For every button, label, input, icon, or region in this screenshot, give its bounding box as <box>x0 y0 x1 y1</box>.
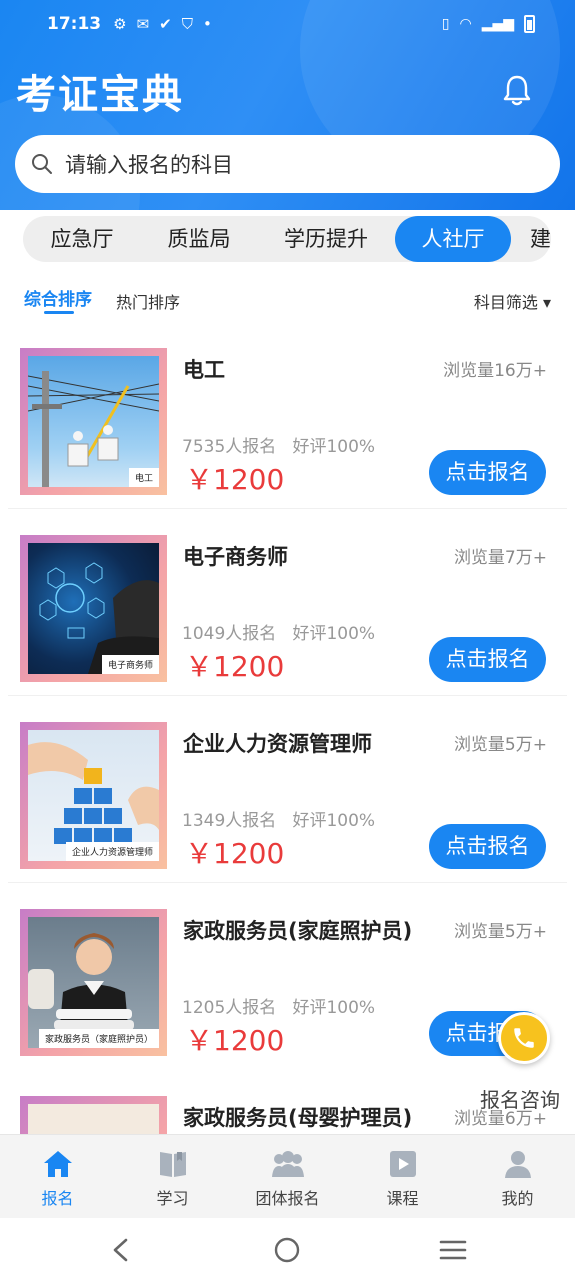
search-input[interactable]: 请输入报名的科目 <box>15 135 560 193</box>
nav-item-study[interactable]: 学习 <box>115 1135 230 1218</box>
settings-icon: ⚙ <box>113 15 127 33</box>
back-icon[interactable] <box>110 1237 132 1263</box>
course-views: 浏览量7万+ <box>453 548 547 568</box>
course-title: 电子商务师 <box>183 545 288 569</box>
subject-filter-dropdown[interactable]: 科目筛选 ▾ <box>474 289 551 313</box>
menu-icon[interactable] <box>439 1238 467 1262</box>
search-icon <box>32 154 52 174</box>
check-circle-icon: ✔ <box>159 15 172 33</box>
course-thumbnail: 企业人力资源管理师 <box>20 722 167 869</box>
course-views: 浏览量16万+ <box>443 361 547 381</box>
tab-emergency[interactable]: 应急厅 <box>23 216 141 262</box>
group-icon <box>271 1151 304 1177</box>
system-nav-bar <box>0 1218 575 1280</box>
app-header: 17:13 ⚙ ✉ ✔ ⛉ • ▯ ◠ ▂▄▆ 考证宝典 请输入报名的科目 <box>0 0 575 210</box>
user-icon <box>504 1151 531 1178</box>
course-price: ￥1200 <box>185 837 285 870</box>
thumbnail-caption: 企业人力资源管理师 <box>65 842 159 861</box>
status-notification-icons: ⚙ ✉ ✔ ⛉ • <box>113 15 212 33</box>
course-title: 企业人力资源管理师 <box>183 732 372 756</box>
tab-construction[interactable]: 建 <box>511 216 551 262</box>
nav-item-courses[interactable]: 课程 <box>345 1135 460 1218</box>
course-thumbnail <box>20 1096 167 1134</box>
nav-label: 我的 <box>501 1189 534 1208</box>
phone-icon <box>514 1028 534 1048</box>
nav-label: 课程 <box>386 1189 419 1208</box>
course-title: 家政服务员(母婴护理员) <box>183 1106 413 1130</box>
nav-label: 学习 <box>156 1189 189 1208</box>
nav-label: 团体报名 <box>255 1189 320 1208</box>
signal-icon: ▂▄▆ <box>481 16 514 32</box>
tab-hr-social[interactable]: 人社厅 <box>395 216 511 262</box>
consult-label[interactable]: 报名咨询 <box>480 1084 560 1113</box>
course-title: 家政服务员(家庭照护员) <box>183 919 413 943</box>
card-divider <box>8 508 567 509</box>
card-divider <box>8 882 567 883</box>
category-tabs: 应急厅 质监局 学历提升 人社厅 建 <box>23 216 551 262</box>
course-card[interactable]: 企业人力资源管理师 企业人力资源管理师 浏览量5万+ 1349人报名 好评100… <box>0 722 575 909</box>
course-stats: 7535人报名 好评100% <box>182 437 376 457</box>
search-placeholder: 请输入报名的科目 <box>65 153 233 177</box>
vibrate-icon: ▯ <box>441 16 450 32</box>
mail-icon: ✉ <box>136 15 150 33</box>
video-icon <box>389 1151 416 1177</box>
course-card[interactable]: 电工 电工 浏览量16万+ 7535人报名 好评100% ￥1200 点击报名 <box>0 348 575 535</box>
thumbnail-caption: 电子商务师 <box>101 655 159 674</box>
shield-icon: ⛉ <box>181 15 193 33</box>
thumbnail-caption: 家政服务员（家庭照护员） <box>38 1029 159 1048</box>
nav-label: 报名 <box>41 1189 74 1208</box>
consult-phone-button[interactable] <box>498 1012 550 1064</box>
course-views: 浏览量5万+ <box>453 922 547 942</box>
course-price: ￥1200 <box>185 650 285 683</box>
course-card[interactable]: 家政服务员（家庭照护员） 家政服务员(家庭照护员) 浏览量5万+ 1205人报名… <box>0 909 575 1096</box>
course-stats: 1049人报名 好评100% <box>182 624 376 644</box>
sort-hot[interactable]: 热门排序 <box>116 289 180 313</box>
register-button[interactable]: 点击报名 <box>429 637 546 682</box>
course-stats: 1349人报名 好评100% <box>182 811 376 831</box>
card-divider <box>8 695 567 696</box>
course-title: 电工 <box>183 358 225 382</box>
sort-comprehensive[interactable]: 综合排序 <box>24 285 92 310</box>
register-button[interactable]: 点击报名 <box>429 450 546 495</box>
battery-icon <box>524 15 535 33</box>
app-title: 考证宝典 <box>16 72 184 118</box>
course-views: 浏览量5万+ <box>453 735 547 755</box>
dot-icon: • <box>203 15 212 33</box>
sort-active-indicator <box>44 311 74 314</box>
register-button[interactable]: 点击报名 <box>429 824 546 869</box>
course-thumbnail: 电子商务师 <box>20 535 167 682</box>
status-time: 17:13 <box>47 14 102 34</box>
thumbnail-caption: 电工 <box>128 468 159 487</box>
course-price: ￥1200 <box>185 463 285 496</box>
tab-education[interactable]: 学历提升 <box>257 216 395 262</box>
home-circle-icon[interactable] <box>273 1236 301 1264</box>
tab-quality[interactable]: 质监局 <box>141 216 257 262</box>
home-icon <box>43 1151 72 1177</box>
bell-icon[interactable] <box>499 72 535 108</box>
course-price: ￥1200 <box>185 1024 285 1057</box>
nav-item-profile[interactable]: 我的 <box>460 1135 575 1218</box>
status-bar: 17:13 ⚙ ✉ ✔ ⛉ • ▯ ◠ ▂▄▆ <box>0 0 575 48</box>
status-system-icons: ▯ ◠ ▂▄▆ <box>442 15 535 33</box>
course-thumbnail: 家政服务员（家庭照护员） <box>20 909 167 1056</box>
course-card[interactable]: 电子商务师 电子商务师 浏览量7万+ 1049人报名 好评100% ￥1200 … <box>0 535 575 722</box>
book-icon <box>159 1152 186 1177</box>
bottom-nav: 报名 学习 团体报名 课程 我的 <box>0 1134 575 1218</box>
nav-item-group-register[interactable]: 团体报名 <box>230 1135 345 1218</box>
course-stats: 1205人报名 好评100% <box>182 998 376 1018</box>
course-thumbnail: 电工 <box>20 348 167 495</box>
sort-bar: 综合排序 热门排序 科目筛选 ▾ <box>0 282 575 322</box>
nav-item-register[interactable]: 报名 <box>0 1135 115 1218</box>
wifi-icon: ◠ <box>459 16 472 32</box>
